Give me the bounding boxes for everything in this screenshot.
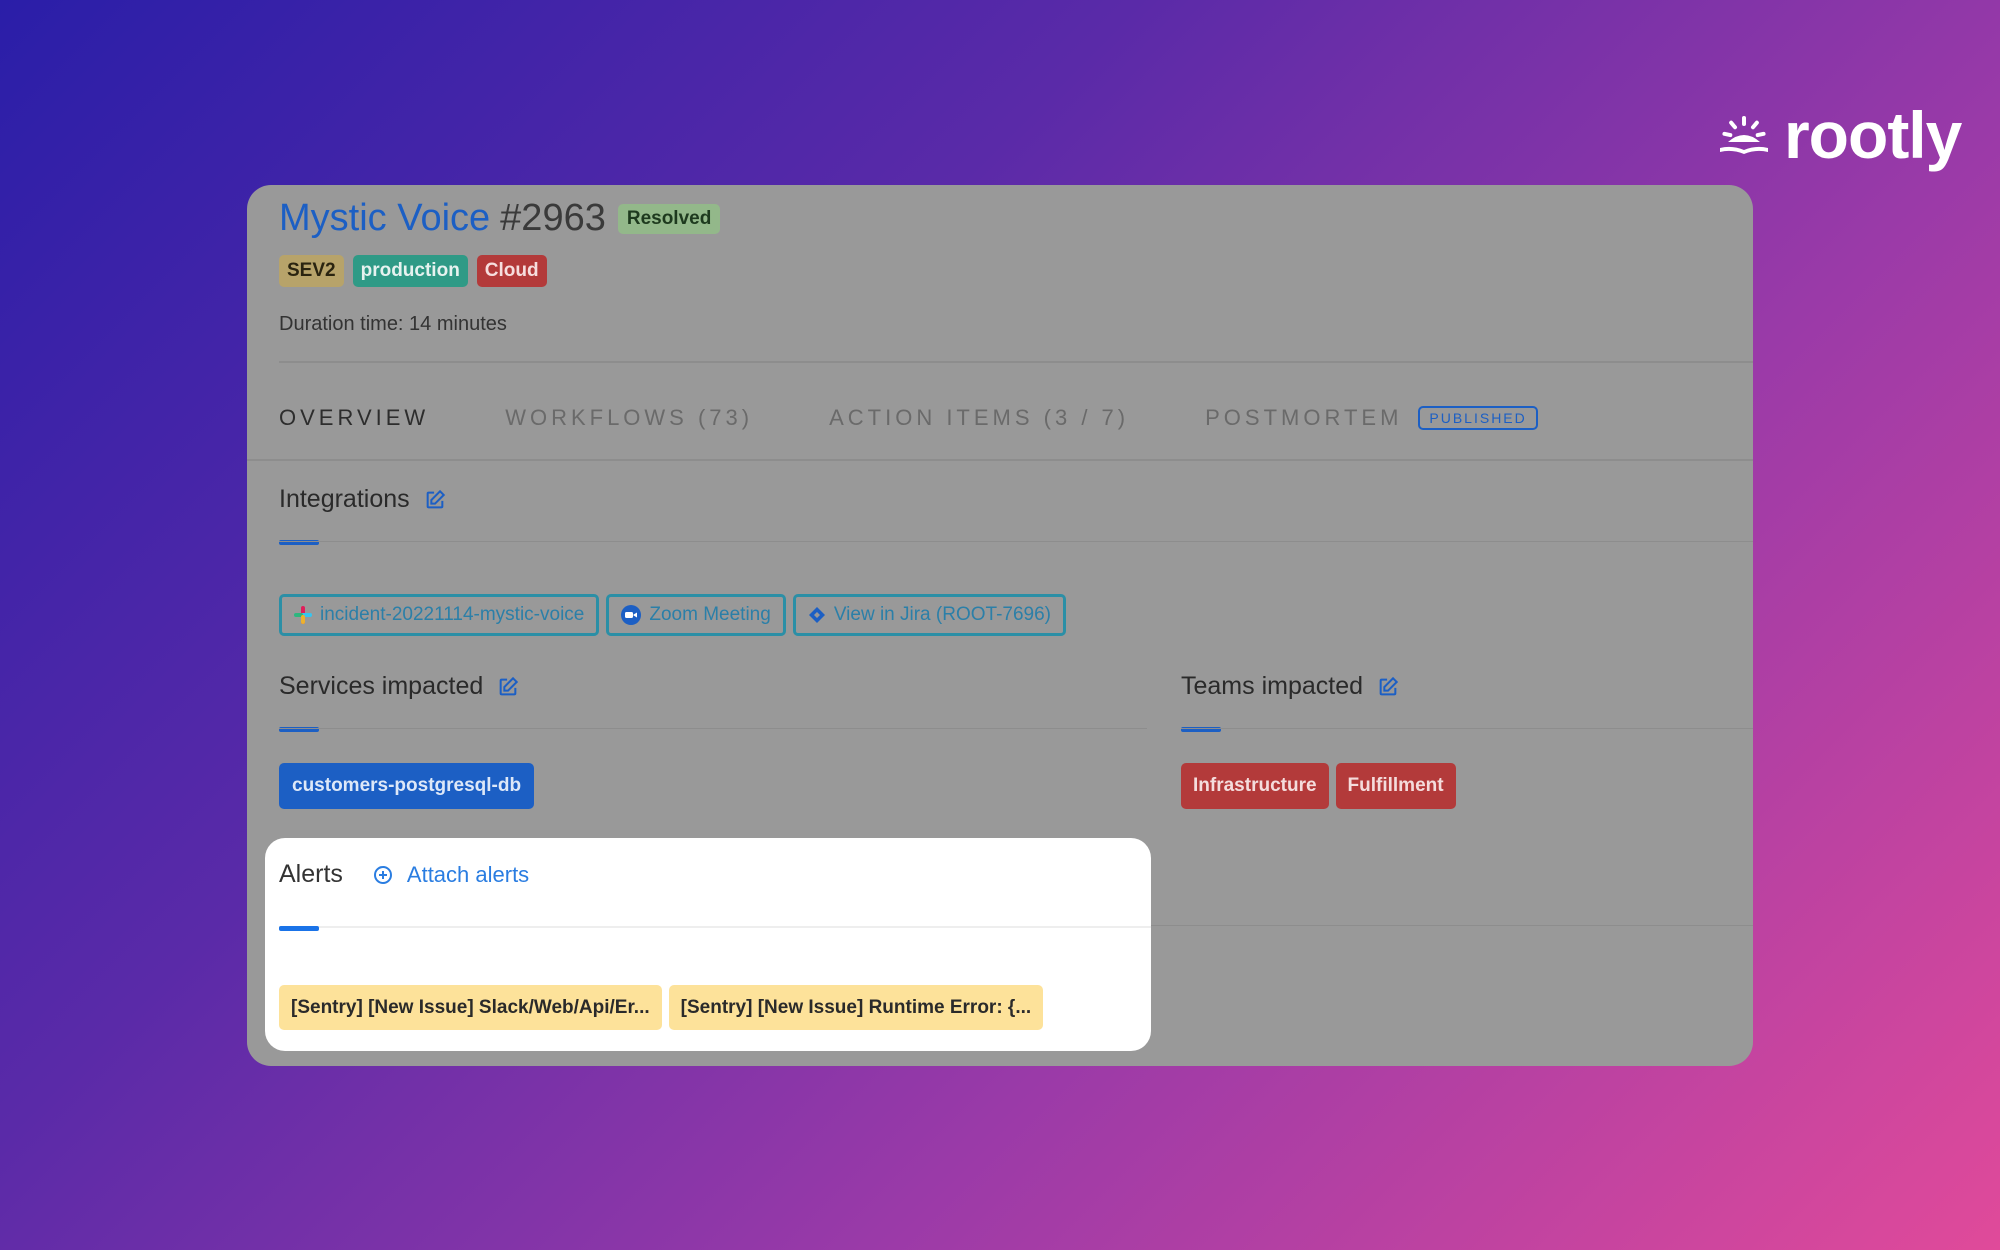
plus-circle-icon <box>373 865 392 884</box>
edit-icon[interactable] <box>497 676 519 698</box>
zoom-meeting-link[interactable]: Zoom Meeting <box>606 594 786 636</box>
incident-name[interactable]: Mystic Voice <box>279 197 490 240</box>
rootly-sunrise-icon <box>1720 116 1768 154</box>
integrations-title: Integrations <box>279 485 410 513</box>
team-chips: Infrastructure Fulfillment <box>1181 763 1456 809</box>
tab-overview[interactable]: OVERVIEW <box>279 405 429 431</box>
integrations-header: Integrations <box>279 485 446 514</box>
teams-header: Teams impacted <box>1181 672 1399 701</box>
section-underline <box>279 926 319 931</box>
edit-icon[interactable] <box>1377 676 1399 698</box>
alerts-title: Alerts <box>279 860 343 888</box>
attach-alerts-label: Attach alerts <box>406 861 530 887</box>
rootly-logo: rootly <box>1718 98 1962 172</box>
slack-channel-label: incident-20221114-mystic-voice <box>320 604 585 625</box>
tab-workflows[interactable]: WORKFLOWS (73) <box>505 405 753 431</box>
jira-label: View in Jira (ROOT-7696) <box>833 604 1051 625</box>
divider <box>279 361 1753 363</box>
duration-text: Duration time: 14 minutes <box>279 313 507 335</box>
alert-list: [Sentry] [New Issue] Slack/Web/Api/Er...… <box>279 985 1044 1030</box>
attach-alerts-button[interactable]: Attach alerts <box>373 862 529 888</box>
zoom-meeting-label: Zoom Meeting <box>649 604 771 625</box>
jira-link[interactable]: View in Jira (ROOT-7696) <box>792 594 1066 636</box>
tab-postmortem-label: POSTMORTEM <box>1205 405 1403 430</box>
brand-wordmark: rootly <box>1784 98 1962 172</box>
team-chip[interactable]: Fulfillment <box>1335 763 1456 809</box>
divider <box>1181 728 1753 729</box>
type-tag: Cloud <box>476 255 547 287</box>
edit-icon[interactable] <box>424 489 446 511</box>
slack-icon <box>294 606 312 624</box>
service-chip[interactable]: customers-postgresql-db <box>279 763 535 809</box>
environment-tag: production <box>352 255 468 287</box>
tab-action-items[interactable]: ACTION ITEMS (3 / 7) <box>829 405 1129 431</box>
incident-tags: SEV2 production Cloud <box>279 255 547 287</box>
services-header: Services impacted <box>279 672 519 701</box>
alerts-panel: Alerts Attach alerts [Sentry] [New Issue… <box>265 838 1151 1051</box>
alert-chip[interactable]: [Sentry] [New Issue] Slack/Web/Api/Er... <box>279 985 662 1030</box>
divider <box>1147 925 1753 926</box>
alerts-header: Alerts Attach alerts <box>279 860 529 889</box>
status-badge: Resolved <box>617 203 721 234</box>
severity-tag: SEV2 <box>279 255 344 287</box>
divider <box>279 728 1147 729</box>
alert-chip[interactable]: [Sentry] [New Issue] Runtime Error: {... <box>668 985 1044 1030</box>
tab-bar: OVERVIEW WORKFLOWS (73) ACTION ITEMS (3 … <box>279 405 1614 431</box>
zoom-icon <box>621 605 642 625</box>
teams-title: Teams impacted <box>1181 672 1364 700</box>
incident-number: #2963 <box>500 197 606 239</box>
tab-divider <box>247 459 1753 461</box>
integration-links: incident-20221114-mystic-voice Zoom Meet… <box>279 594 1066 636</box>
incident-title-row: Mystic Voice #2963 Resolved <box>279 197 721 240</box>
slack-channel-link[interactable]: incident-20221114-mystic-voice <box>279 594 600 636</box>
jira-icon <box>808 607 825 623</box>
divider <box>279 541 1753 542</box>
services-title: Services impacted <box>279 672 484 700</box>
published-badge: PUBLISHED <box>1418 406 1538 430</box>
team-chip[interactable]: Infrastructure <box>1181 763 1329 809</box>
tab-postmortem[interactable]: POSTMORTEM PUBLISHED <box>1205 405 1538 431</box>
divider <box>279 926 1151 928</box>
